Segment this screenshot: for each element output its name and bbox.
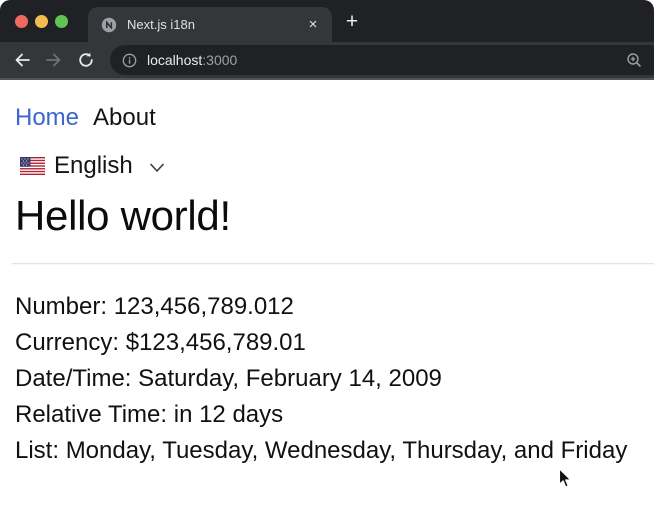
tab-close-icon[interactable]: × — [304, 16, 322, 34]
currency-line: Currency: $123,456,789.01 — [15, 329, 306, 356]
back-button[interactable] — [7, 45, 37, 75]
us-flag-icon — [20, 157, 45, 175]
browser-tab[interactable]: Next.js i18n × — [88, 7, 332, 42]
page-content: Home About English Hello world! Number: … — [0, 80, 654, 465]
tab-strip: Next.js i18n × + — [0, 0, 654, 42]
relative-time-line: Relative Time: in 12 days — [15, 401, 284, 428]
zoom-level-icon[interactable] — [626, 52, 642, 68]
formatted-values-list: Number: 123,456,789.012 Currency: $123,4… — [15, 293, 639, 465]
mouse-cursor — [558, 468, 572, 488]
list-line: List: Monday, Tuesday, Wednesday, Thursd… — [15, 437, 628, 464]
browser-window: Next.js i18n × + localhost:3000 Home Abo… — [0, 0, 654, 532]
url-text: localhost:3000 — [147, 52, 237, 68]
fullscreen-window-button[interactable] — [55, 15, 68, 28]
number-line: Number: 123,456,789.012 — [15, 293, 294, 320]
reload-icon — [79, 52, 93, 67]
reload-button[interactable] — [71, 45, 101, 75]
nextjs-favicon-icon — [101, 17, 117, 32]
url-host: localhost — [147, 52, 203, 68]
page-title: Hello world! — [15, 192, 231, 239]
nav-link-home[interactable]: Home — [15, 104, 79, 132]
tab-title: Next.js i18n — [127, 17, 195, 32]
browser-toolbar: localhost:3000 — [0, 42, 654, 78]
site-nav: Home About — [15, 80, 639, 132]
forward-arrow-icon — [46, 53, 61, 67]
datetime-line: Date/Time: Saturday, February 14, 2009 — [15, 365, 442, 392]
chevron-down-icon — [149, 163, 164, 172]
back-arrow-icon — [15, 53, 30, 67]
url-port: :3000 — [202, 52, 238, 68]
nav-link-about[interactable]: About — [93, 104, 156, 132]
new-tab-button[interactable]: + — [340, 10, 364, 34]
page-info-icon[interactable] — [122, 53, 137, 68]
forward-button[interactable] — [39, 45, 69, 75]
language-selector[interactable]: English — [15, 152, 639, 180]
url-bar[interactable]: localhost:3000 — [110, 45, 654, 75]
language-selected-label: English — [54, 152, 133, 179]
minimize-window-button[interactable] — [35, 15, 48, 28]
close-window-button[interactable] — [15, 15, 28, 28]
divider — [12, 263, 654, 265]
